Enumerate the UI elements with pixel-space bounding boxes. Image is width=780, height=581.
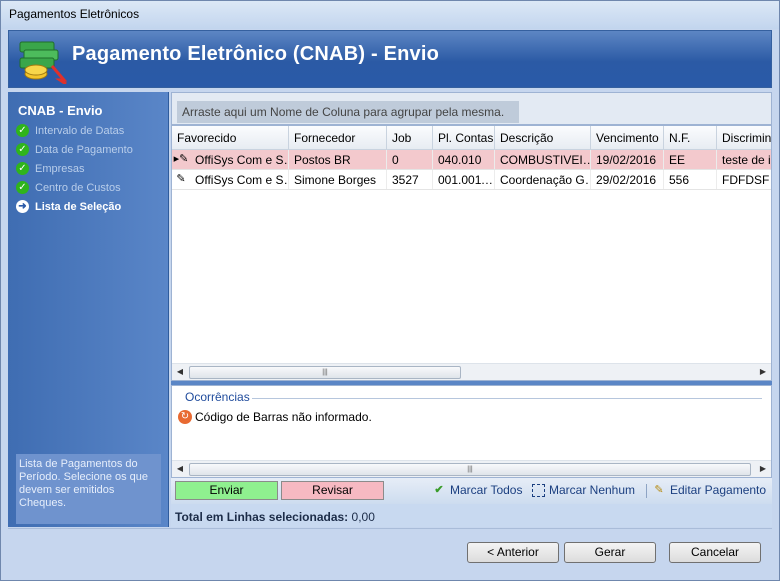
cell-fornecedor: Postos BR [289, 150, 387, 169]
step-data-pagamento: ✓ Data de Pagamento [16, 141, 133, 158]
wizard-footer: < Anterior Gerar Cancelar [8, 528, 772, 574]
check-icon: ✓ [16, 124, 29, 137]
cell-nf: EE [664, 150, 717, 169]
group-by-panel[interactable]: Arraste aqui um Nome de Coluna para agru… [171, 92, 772, 125]
table-row[interactable]: ✎ OffiSys Com e S… Simone Borges 3527 00… [172, 170, 771, 190]
step-centro-custos: ✓ Centro de Custos [16, 179, 121, 196]
cell-pl-contas: 040.010 [433, 150, 495, 169]
generate-button[interactable]: Gerar [564, 542, 656, 563]
review-button[interactable]: Revisar [281, 481, 384, 500]
step-label: Lista de Seleção [35, 200, 122, 213]
content-area: Arraste aqui um Nome de Coluna para agru… [171, 92, 772, 527]
cell-job: 0 [387, 150, 433, 169]
occurrences-divider [252, 398, 762, 399]
check-icon: ✓ [16, 162, 29, 175]
mark-none-label: Marcar Nenhum [549, 483, 636, 497]
col-favorecido[interactable]: Favorecido [172, 126, 289, 150]
edit-payment-label: Editar Pagamento [670, 483, 767, 497]
step-empresas: ✓ Empresas [16, 160, 85, 177]
cell-descricao: Coordenação G… [495, 170, 591, 189]
col-nf[interactable]: N.F. [664, 126, 717, 150]
edit-row-icon: ✎ [176, 173, 186, 185]
mark-all-label: Marcar Todos [450, 483, 523, 497]
col-vencimento[interactable]: Vencimento [591, 126, 664, 150]
col-descricao[interactable]: Descrição [495, 126, 591, 150]
col-job[interactable]: Job [387, 126, 433, 150]
page-title: Pagamento Eletrônico (CNAB) - Envio [72, 43, 440, 65]
edit-payment-button[interactable]: ✎ Editar Pagamento [652, 483, 766, 497]
occurrences-horizontal-scrollbar[interactable]: ◀ ||| ▶ [172, 460, 771, 477]
cell-job: 3527 [387, 170, 433, 189]
occurrence-text: Código de Barras não informado. [195, 410, 372, 424]
header-banner: Pagamento Eletrônico (CNAB) - Envio [8, 30, 772, 88]
sidebar-title: CNAB - Envio [18, 103, 103, 118]
scroll-right-icon[interactable]: ▶ [757, 366, 769, 378]
total-value: 0,00 [351, 510, 375, 524]
cell-vencimento: 19/02/2016 [591, 150, 664, 169]
main-window: Pagamentos Eletrônicos Pagamento Eletrôn… [0, 0, 780, 581]
col-discriminacao[interactable]: Discrimina [717, 126, 771, 150]
send-button[interactable]: Enviar [175, 481, 278, 500]
col-pl-contas[interactable]: Pl. Contas [433, 126, 495, 150]
check-icon: ✓ [16, 143, 29, 156]
step-label: Data de Pagamento [35, 143, 133, 156]
col-fornecedor[interactable]: Fornecedor [289, 126, 387, 150]
grid-header: Favorecido Fornecedor Job Pl. Contas Des… [172, 126, 771, 150]
back-button[interactable]: < Anterior [467, 542, 559, 563]
scrollbar-thumb[interactable]: ||| [189, 463, 751, 476]
step-label: Empresas [35, 162, 85, 175]
cell-descricao: COMBUSTIVEI… [495, 150, 591, 169]
grid-horizontal-scrollbar[interactable]: ◀ ||| ▶ [172, 363, 771, 380]
step-label: Intervalo de Datas [35, 124, 125, 137]
money-stack-icon [19, 41, 68, 84]
edit-payment-icon: ✎ [654, 484, 664, 496]
window-title: Pagamentos Eletrônicos [1, 1, 779, 29]
mark-all-button[interactable]: ✔ Marcar Todos [432, 483, 522, 497]
total-selected: Total em Linhas selecionadas: 0,00 [175, 510, 375, 524]
occurrences-panel: Ocorrências ↻ Código de Barras não infor… [171, 385, 772, 478]
help-text: Lista de Pagamentos do Período. Selecion… [16, 454, 161, 524]
cell-vencimento: 29/02/2016 [591, 170, 664, 189]
step-intervalo-datas: ✓ Intervalo de Datas [16, 122, 124, 139]
cell-pl-contas: 001.001.… [433, 170, 495, 189]
scroll-left-icon[interactable]: ◀ [174, 463, 186, 475]
cell-favorecido: OffiSys Com e S… [190, 170, 289, 189]
arrow-right-icon: ➜ [16, 200, 29, 213]
occurrences-title: Ocorrências [185, 390, 250, 404]
group-by-hint: Arraste aqui um Nome de Coluna para agru… [177, 101, 519, 123]
cell-discriminacao: teste de i [717, 150, 771, 169]
step-lista-selecao: ➜ Lista de Seleção [16, 198, 121, 215]
check-all-icon: ✔ [434, 484, 444, 496]
scroll-left-icon[interactable]: ◀ [174, 366, 186, 378]
step-label: Centro de Custos [35, 181, 121, 194]
cell-nf: 556 [664, 170, 717, 189]
cancel-button[interactable]: Cancelar [669, 542, 761, 563]
wizard-sidebar: CNAB - Envio ✓ Intervalo de Datas ✓ Data… [8, 92, 169, 527]
occurrence-item: ↻ Código de Barras não informado. [178, 410, 372, 424]
total-label: Total em Linhas selecionadas: [175, 510, 349, 524]
payments-grid: Favorecido Fornecedor Job Pl. Contas Des… [171, 125, 772, 381]
scrollbar-thumb[interactable]: ||| [189, 366, 461, 379]
cell-favorecido: OffiSys Com e S… [190, 150, 289, 169]
table-row[interactable]: ▸✎ OffiSys Com e S… Postos BR 0 040.010 … [172, 150, 771, 170]
scroll-right-icon[interactable]: ▶ [757, 463, 769, 475]
cell-discriminacao: FDFDSF [717, 170, 771, 189]
mark-none-button[interactable]: Marcar Nenhum [532, 483, 635, 497]
edit-row-icon: ▸✎ [173, 153, 189, 165]
empty-selection-icon [532, 483, 545, 497]
cell-fornecedor: Simone Borges [289, 170, 387, 189]
actions-bar: Enviar Revisar ✔ Marcar Todos Marcar Nen… [171, 478, 772, 504]
warning-icon: ↻ [178, 410, 192, 424]
check-icon: ✓ [16, 181, 29, 194]
action-separator [646, 484, 647, 498]
